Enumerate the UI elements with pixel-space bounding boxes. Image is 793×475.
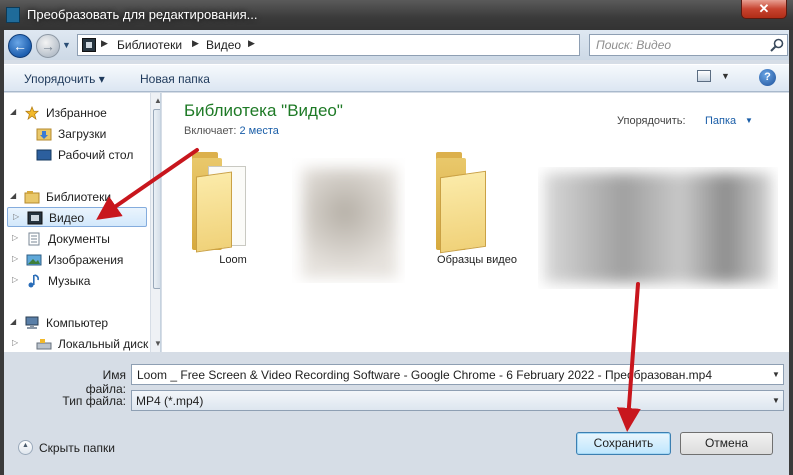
window-title: Преобразовать для редактирования... [27, 7, 258, 22]
filename-dropdown-icon[interactable]: ▼ [772, 370, 780, 379]
address-bar[interactable]: ▶ Библиотеки ▶ Видео ▶ ▼ ↻ [77, 34, 649, 56]
breadcrumb-video[interactable]: Видео [206, 38, 241, 52]
sidebar-item-label: Библиотеки [46, 190, 112, 204]
expand-arrow-icon[interactable]: ▷ [12, 275, 18, 284]
desktop-icon [36, 149, 52, 161]
navigation-pane: ◢ Избранное Загрузки Рабочий стол ◢ Библ… [4, 93, 161, 352]
file-item-blurred-thumbnail[interactable] [292, 158, 405, 283]
libraries-icon [24, 191, 40, 204]
downloads-folder-icon [36, 128, 52, 141]
includes-label: Включает: [184, 125, 237, 137]
collapse-arrow-icon[interactable]: ◢ [10, 191, 16, 200]
search-icon[interactable] [769, 37, 785, 53]
sidebar-item-label: Загрузки [58, 127, 107, 141]
folder-icon [440, 170, 486, 254]
video-library-icon [82, 38, 96, 52]
new-folder-button[interactable]: Новая папка [140, 72, 210, 86]
sidebar-scrollbar[interactable]: ▲ ▼ [150, 93, 160, 352]
breadcrumb-separator-icon[interactable]: ▶ [192, 38, 199, 49]
arrange-by-dropdown[interactable]: Папка [705, 115, 736, 127]
arrange-dropdown-icon[interactable]: ▼ [745, 116, 753, 125]
breadcrumb-separator-icon[interactable]: ▶ [248, 38, 255, 49]
sidebar-item-label: Документы [48, 232, 110, 246]
video-library-icon [27, 211, 43, 225]
sidebar-item-label: Избранное [46, 106, 107, 120]
sidebar-item-label: Рабочий стол [58, 148, 134, 162]
sidebar-item-label: Музыка [48, 274, 91, 288]
filetype-label: Тип файла: [62, 394, 126, 408]
filetype-dropdown-icon[interactable]: ▼ [772, 396, 780, 405]
file-item-sample-videos[interactable]: Образцы видео [430, 152, 524, 270]
breadcrumb-libraries[interactable]: Библиотеки [117, 38, 182, 52]
sidebar-item-computer[interactable]: ◢ Компьютер [10, 313, 148, 333]
music-library-icon [28, 274, 39, 288]
expand-arrow-icon[interactable]: ▷ [12, 254, 18, 263]
filename-value: Loom _ Free Screen & Video Recording Sof… [137, 368, 713, 382]
file-name: Образцы видео [437, 254, 517, 266]
arrange-by-label: Упорядочить: [617, 115, 686, 127]
expand-arrow-icon[interactable]: ▷ [13, 212, 19, 221]
sidebar-item-label: Видео [49, 211, 85, 225]
title-bar: Преобразовать для редактирования... ✕ [0, 0, 793, 30]
sidebar-item-label: Изображения [48, 253, 124, 267]
collapse-arrow-icon[interactable]: ◢ [10, 107, 16, 116]
search-placeholder: Поиск: Видео [596, 38, 672, 52]
sidebar-item-documents[interactable]: ▷ Документы [10, 229, 148, 249]
collapse-arrow-icon[interactable]: ◢ [10, 317, 16, 326]
locations-link[interactable]: 2 места [239, 125, 278, 137]
star-icon [24, 106, 40, 120]
expand-arrow-icon[interactable]: ▷ [12, 338, 18, 347]
documents-library-icon [28, 232, 40, 246]
pictures-library-icon [26, 254, 42, 266]
computer-icon [25, 316, 39, 329]
recent-pages-dropdown-icon[interactable]: ▼ [62, 40, 71, 50]
sidebar-item-label: Локальный диск [58, 337, 149, 351]
save-button[interactable]: Сохранить [576, 432, 671, 455]
filetype-select[interactable]: MP4 (*.mp4) ▼ [131, 390, 784, 411]
local-disk-icon [36, 339, 52, 350]
hide-folders-icon[interactable] [18, 440, 33, 455]
sidebar-item-downloads[interactable]: Загрузки [10, 124, 148, 144]
scroll-down-icon[interactable]: ▼ [154, 339, 160, 348]
expand-arrow-icon[interactable]: ▷ [12, 233, 18, 242]
filename-input[interactable]: Loom _ Free Screen & Video Recording Sof… [131, 364, 784, 385]
sidebar-item-label: Компьютер [46, 316, 109, 330]
organize-button[interactable]: Упорядочить ▾ [24, 72, 105, 86]
sidebar-item-pictures[interactable]: ▷ Изображения [10, 250, 148, 270]
cancel-button[interactable]: Отмена [680, 432, 773, 455]
file-item-blurred-thumbnail[interactable] [538, 167, 778, 289]
breadcrumb-separator-icon[interactable]: ▶ [101, 38, 108, 49]
back-button[interactable]: ← [8, 34, 32, 58]
folder-icon [196, 171, 232, 253]
scrollbar-thumb[interactable] [153, 109, 160, 289]
scroll-up-icon[interactable]: ▲ [154, 96, 160, 105]
sidebar-item-video[interactable]: ▷ Видео [7, 207, 147, 227]
close-button[interactable]: ✕ [741, 0, 787, 19]
search-input[interactable]: Поиск: Видео [589, 34, 788, 56]
library-includes: Включает: 2 места [184, 125, 279, 137]
video-thumbnail [544, 173, 772, 283]
filetype-value: MP4 (*.mp4) [136, 394, 204, 408]
sidebar-item-music[interactable]: ▷ Музыка [10, 271, 148, 291]
video-thumbnail [302, 168, 397, 278]
view-dropdown-icon[interactable]: ▼ [721, 71, 730, 81]
help-icon[interactable]: ? [759, 69, 776, 86]
command-toolbar: Упорядочить ▾ Новая папка [4, 64, 789, 92]
change-view-icon[interactable] [697, 70, 711, 82]
library-title: Библиотека "Видео" [184, 101, 343, 120]
app-icon [6, 7, 20, 23]
hide-folders-button[interactable]: Скрыть папки [39, 441, 115, 455]
forward-button[interactable]: → [36, 34, 60, 58]
file-item-loom[interactable]: Loom [186, 152, 280, 270]
file-name: Loom [219, 254, 247, 266]
sidebar-item-desktop[interactable]: Рабочий стол [10, 145, 148, 165]
sidebar-item-local-disk[interactable]: ▷ Локальный диск [10, 334, 148, 352]
sidebar-item-libraries[interactable]: ◢ Библиотеки [10, 187, 148, 207]
filename-label: Имя файла: [85, 368, 126, 396]
sidebar-item-favorites[interactable]: ◢ Избранное [10, 103, 148, 123]
